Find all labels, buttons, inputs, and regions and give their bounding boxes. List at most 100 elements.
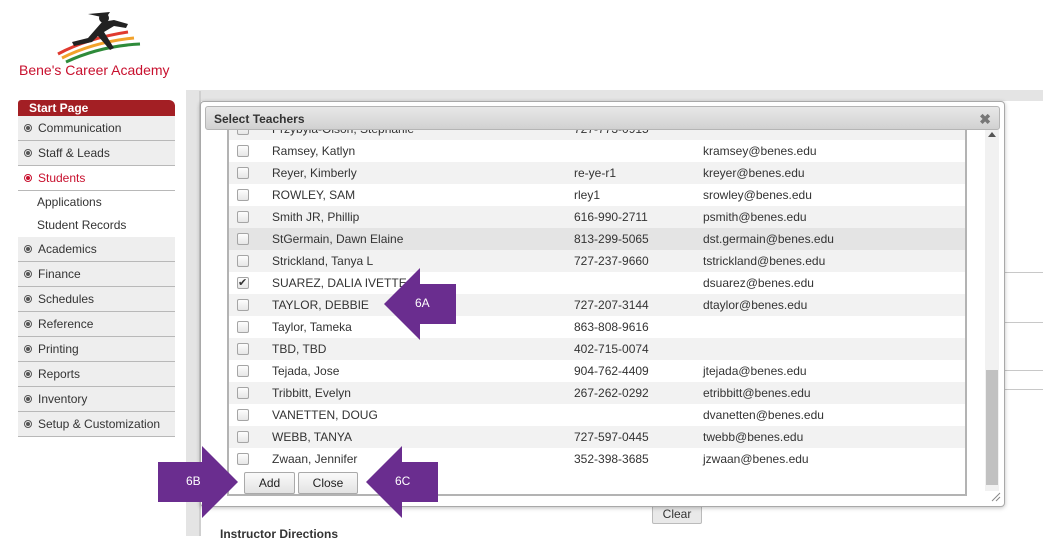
sidebar-item-label: Finance — [38, 267, 81, 281]
logo-text: Bene's Career Academy — [19, 62, 170, 78]
sidebar-item-inventory[interactable]: Inventory — [18, 387, 175, 412]
checkbox[interactable] — [237, 343, 249, 355]
sidebar-item-communication[interactable]: Communication — [18, 116, 175, 141]
resize-grip-icon[interactable] — [990, 491, 1001, 502]
checkbox[interactable] — [237, 189, 249, 201]
teacher-phone: 402-715-0074 — [574, 342, 649, 356]
teacher-phone: 727-237-9660 — [574, 254, 649, 268]
sidebar-subitem-applications[interactable]: Applications — [18, 191, 175, 214]
checkbox-checked[interactable] — [237, 272, 249, 294]
sidebar-item-label: Schedules — [38, 292, 95, 306]
teacher-phone: re-ye-r1 — [574, 166, 617, 180]
scroll-thumb[interactable] — [986, 370, 998, 485]
teacher-name: TAYLOR, DEBBIE — [272, 298, 369, 312]
teacher-row[interactable]: Strickland, Tanya L 727-237-9660 tstrickla… — [229, 250, 965, 272]
checkbox[interactable] — [237, 130, 249, 135]
teacher-row[interactable]: TAYLOR, DEBBIE 727-207-3144 dtaylor@benes.… — [229, 294, 965, 316]
teacher-name: TBD, TBD — [272, 342, 327, 356]
teacher-phone: 727-773-0915 — [574, 130, 649, 140]
teacher-row[interactable]: Taylor, Tameka 863-808-9616 — [229, 316, 965, 338]
bullet-icon — [24, 319, 32, 328]
bullet-icon — [24, 173, 32, 182]
checkbox[interactable] — [237, 431, 249, 443]
sidebar-item-printing[interactable]: Printing — [18, 337, 175, 362]
divider-line — [1002, 272, 1043, 273]
teacher-row[interactable]: VANETTEN, DOUG dvanetten@benes.edu — [229, 404, 965, 426]
teacher-row[interactable]: SUAREZ, DALIA IVETTEdsuarez@benes.edu — [229, 272, 965, 294]
checkbox[interactable] — [237, 387, 249, 399]
close-icon[interactable]: ✖ — [979, 107, 991, 131]
teacher-row[interactable]: Tribbitt, Evelyn 267-262-0292 etribbitt@be… — [229, 382, 965, 404]
teacher-list-rows: Przybyla-Olson, Stephanie727-773-0915Ram… — [229, 130, 965, 470]
instructor-directions-label: Instructor Directions — [220, 527, 339, 541]
teacher-email: kramsey@benes.edu — [703, 144, 817, 158]
sidebar-item-finance[interactable]: Finance — [18, 262, 175, 287]
teacher-name: ROWLEY, SAM — [272, 188, 356, 202]
checkbox[interactable] — [237, 255, 249, 267]
list-scrollbar[interactable] — [985, 130, 999, 491]
dialog-title: Select Teachers — [214, 112, 305, 126]
checkbox[interactable] — [237, 365, 249, 377]
checkbox[interactable] — [237, 321, 249, 333]
sidebar-item-staff-leads[interactable]: Staff & Leads — [18, 141, 175, 166]
sidebar-item-students[interactable]: Students — [18, 166, 175, 191]
teacher-row[interactable]: Przybyla-Olson, Stephanie 727-773-0915 — [229, 130, 965, 140]
teacher-name: Tejada, Jose — [272, 364, 340, 378]
sidebar-item-schedules[interactable]: Schedules — [18, 287, 175, 312]
sidebar-item-reports[interactable]: Reports — [18, 362, 175, 387]
checkbox[interactable] — [237, 145, 249, 157]
callout-6c-label: 6C — [395, 474, 411, 488]
sidebar-item-reference[interactable]: Reference — [18, 312, 175, 337]
sidebar-item-setup-customization[interactable]: Setup & Customization — [18, 412, 175, 437]
dialog-title-bar[interactable]: Select Teachers ✖ — [205, 106, 1000, 130]
teacher-list: Przybyla-Olson, Stephanie727-773-0915Ram… — [227, 130, 967, 496]
sidebar-subitem-student-records[interactable]: Student Records — [18, 214, 175, 237]
bullet-icon — [24, 269, 32, 278]
teacher-email: jtejada@benes.edu — [703, 364, 807, 378]
teacher-phone: 267-262-0292 — [574, 386, 649, 400]
teacher-name: VANETTEN, DOUG — [272, 408, 378, 422]
bullet-icon — [24, 148, 32, 157]
checkbox[interactable] — [237, 211, 249, 223]
teacher-name: Reyer, Kimberly — [272, 166, 357, 180]
close-button[interactable]: Close — [298, 472, 358, 494]
teacher-row[interactable]: Ramsey, Katlyn kramsey@benes.edu — [229, 140, 965, 162]
scroll-up-arrow-icon[interactable] — [988, 132, 996, 137]
add-button[interactable]: Add — [244, 472, 295, 494]
teacher-phone: 863-808-9616 — [574, 320, 649, 334]
teacher-email: psmith@benes.edu — [703, 210, 807, 224]
teacher-row[interactable]: Reyer, Kimberly re-ye-r1 kreyer@benes.edu — [229, 162, 965, 184]
teacher-name: Zwaan, Jennifer — [272, 452, 358, 466]
teacher-name: Taylor, Tameka — [272, 320, 352, 334]
teacher-name: Strickland, Tanya L — [272, 254, 374, 268]
bullet-icon — [24, 123, 32, 132]
teacher-row[interactable]: Smith JR, Phillip 616-990-2711 psmith@bene… — [229, 206, 965, 228]
teacher-phone: 727-597-0445 — [574, 430, 649, 444]
teacher-row[interactable]: Zwaan, Jennifer 352-398-3685 jzwaan@benes.… — [229, 448, 965, 470]
teacher-email: srowley@benes.edu — [703, 188, 812, 202]
teacher-email: dvanetten@benes.edu — [703, 408, 824, 422]
clear-button[interactable]: Clear — [652, 504, 702, 524]
sidebar-item-label: Setup & Customization — [38, 417, 161, 431]
sidebar-item-academics[interactable]: Academics — [18, 237, 175, 262]
checkbox[interactable] — [237, 299, 249, 311]
teacher-row[interactable]: WEBB, TANYA 727-597-0445 twebb@benes.edu — [229, 426, 965, 448]
teacher-row[interactable]: Tejada, Jose 904-762-4409 jtejada@benes.ed… — [229, 360, 965, 382]
start-page-tab[interactable]: Start Page — [18, 100, 175, 116]
callout-6b-label: 6B — [186, 474, 201, 488]
teacher-phone: 813-299-5065 — [574, 232, 649, 246]
teacher-email: twebb@benes.edu — [703, 430, 804, 444]
sidebar-item-label: Students — [38, 171, 86, 185]
teacher-name: Ramsey, Katlyn — [272, 144, 356, 158]
checkbox[interactable] — [237, 167, 249, 179]
bullet-icon — [24, 344, 32, 353]
teacher-row[interactable]: StGermain, Dawn Elaine 813-299-5065 dst.ge… — [229, 228, 965, 250]
teacher-name: Smith JR, Phillip — [272, 210, 360, 224]
checkbox[interactable] — [237, 233, 249, 245]
checkbox[interactable] — [237, 409, 249, 421]
teacher-row[interactable]: TBD, TBD 402-715-0074 — [229, 338, 965, 360]
bullet-icon — [24, 244, 32, 253]
bullet-icon — [24, 294, 32, 303]
teacher-row[interactable]: ROWLEY, SAM rley1 srowley@benes.edu — [229, 184, 965, 206]
sidebar-item-label: Communication — [38, 121, 122, 135]
